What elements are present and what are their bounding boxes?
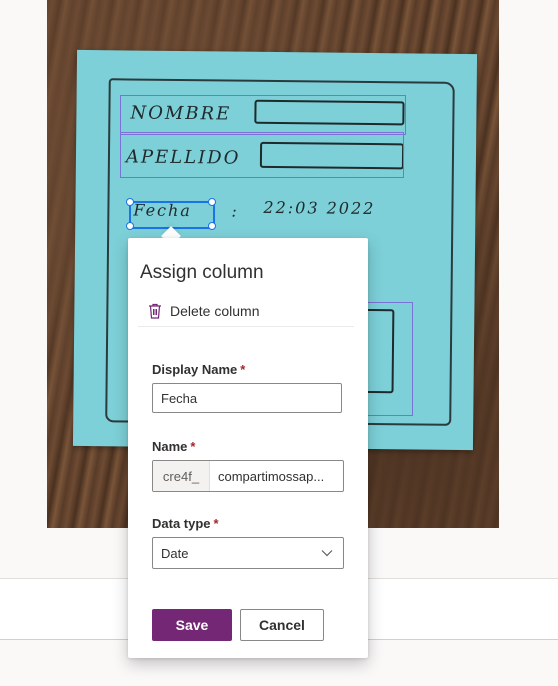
selected-region-fecha[interactable] bbox=[129, 201, 215, 229]
assign-column-panel: Assign column Delete column Display Name… bbox=[128, 238, 368, 658]
resize-handle[interactable] bbox=[126, 198, 134, 206]
trash-icon bbox=[149, 303, 161, 319]
cancel-button[interactable]: Cancel bbox=[240, 609, 324, 641]
data-type-label-text: Data type bbox=[152, 516, 211, 531]
detected-region-apellido[interactable] bbox=[120, 132, 404, 178]
resize-handle[interactable] bbox=[208, 222, 216, 230]
name-label: Name * bbox=[152, 439, 195, 454]
delete-column-label: Delete column bbox=[170, 303, 260, 319]
display-name-label-text: Display Name bbox=[152, 362, 238, 377]
display-name-value: Fecha bbox=[161, 390, 198, 406]
name-input[interactable]: cre4f_ compartimossap... bbox=[152, 460, 344, 492]
resize-handle[interactable] bbox=[208, 198, 216, 206]
detected-region-nombre[interactable] bbox=[120, 95, 406, 135]
chevron-down-icon bbox=[321, 550, 333, 557]
name-label-text: Name bbox=[152, 439, 188, 454]
save-button[interactable]: Save bbox=[152, 609, 232, 641]
data-type-selected: Date bbox=[161, 545, 189, 561]
delete-column-button[interactable]: Delete column bbox=[138, 296, 354, 327]
required-mark: * bbox=[190, 439, 196, 454]
resize-handle[interactable] bbox=[126, 222, 134, 230]
display-name-input[interactable]: Fecha bbox=[152, 383, 342, 413]
required-mark: * bbox=[240, 362, 246, 377]
name-value[interactable]: compartimossap... bbox=[210, 461, 343, 491]
data-type-dropdown[interactable]: Date bbox=[152, 537, 344, 569]
detected-region-lower[interactable] bbox=[365, 302, 413, 416]
data-type-label: Data type * bbox=[152, 516, 219, 531]
panel-title: Assign column bbox=[140, 262, 264, 283]
required-mark: * bbox=[213, 516, 219, 531]
name-prefix: cre4f_ bbox=[153, 461, 210, 491]
handwritten-colon: : bbox=[231, 201, 239, 221]
handwritten-date-value: 22:03 2022 bbox=[263, 197, 376, 219]
display-name-label: Display Name * bbox=[152, 362, 245, 377]
